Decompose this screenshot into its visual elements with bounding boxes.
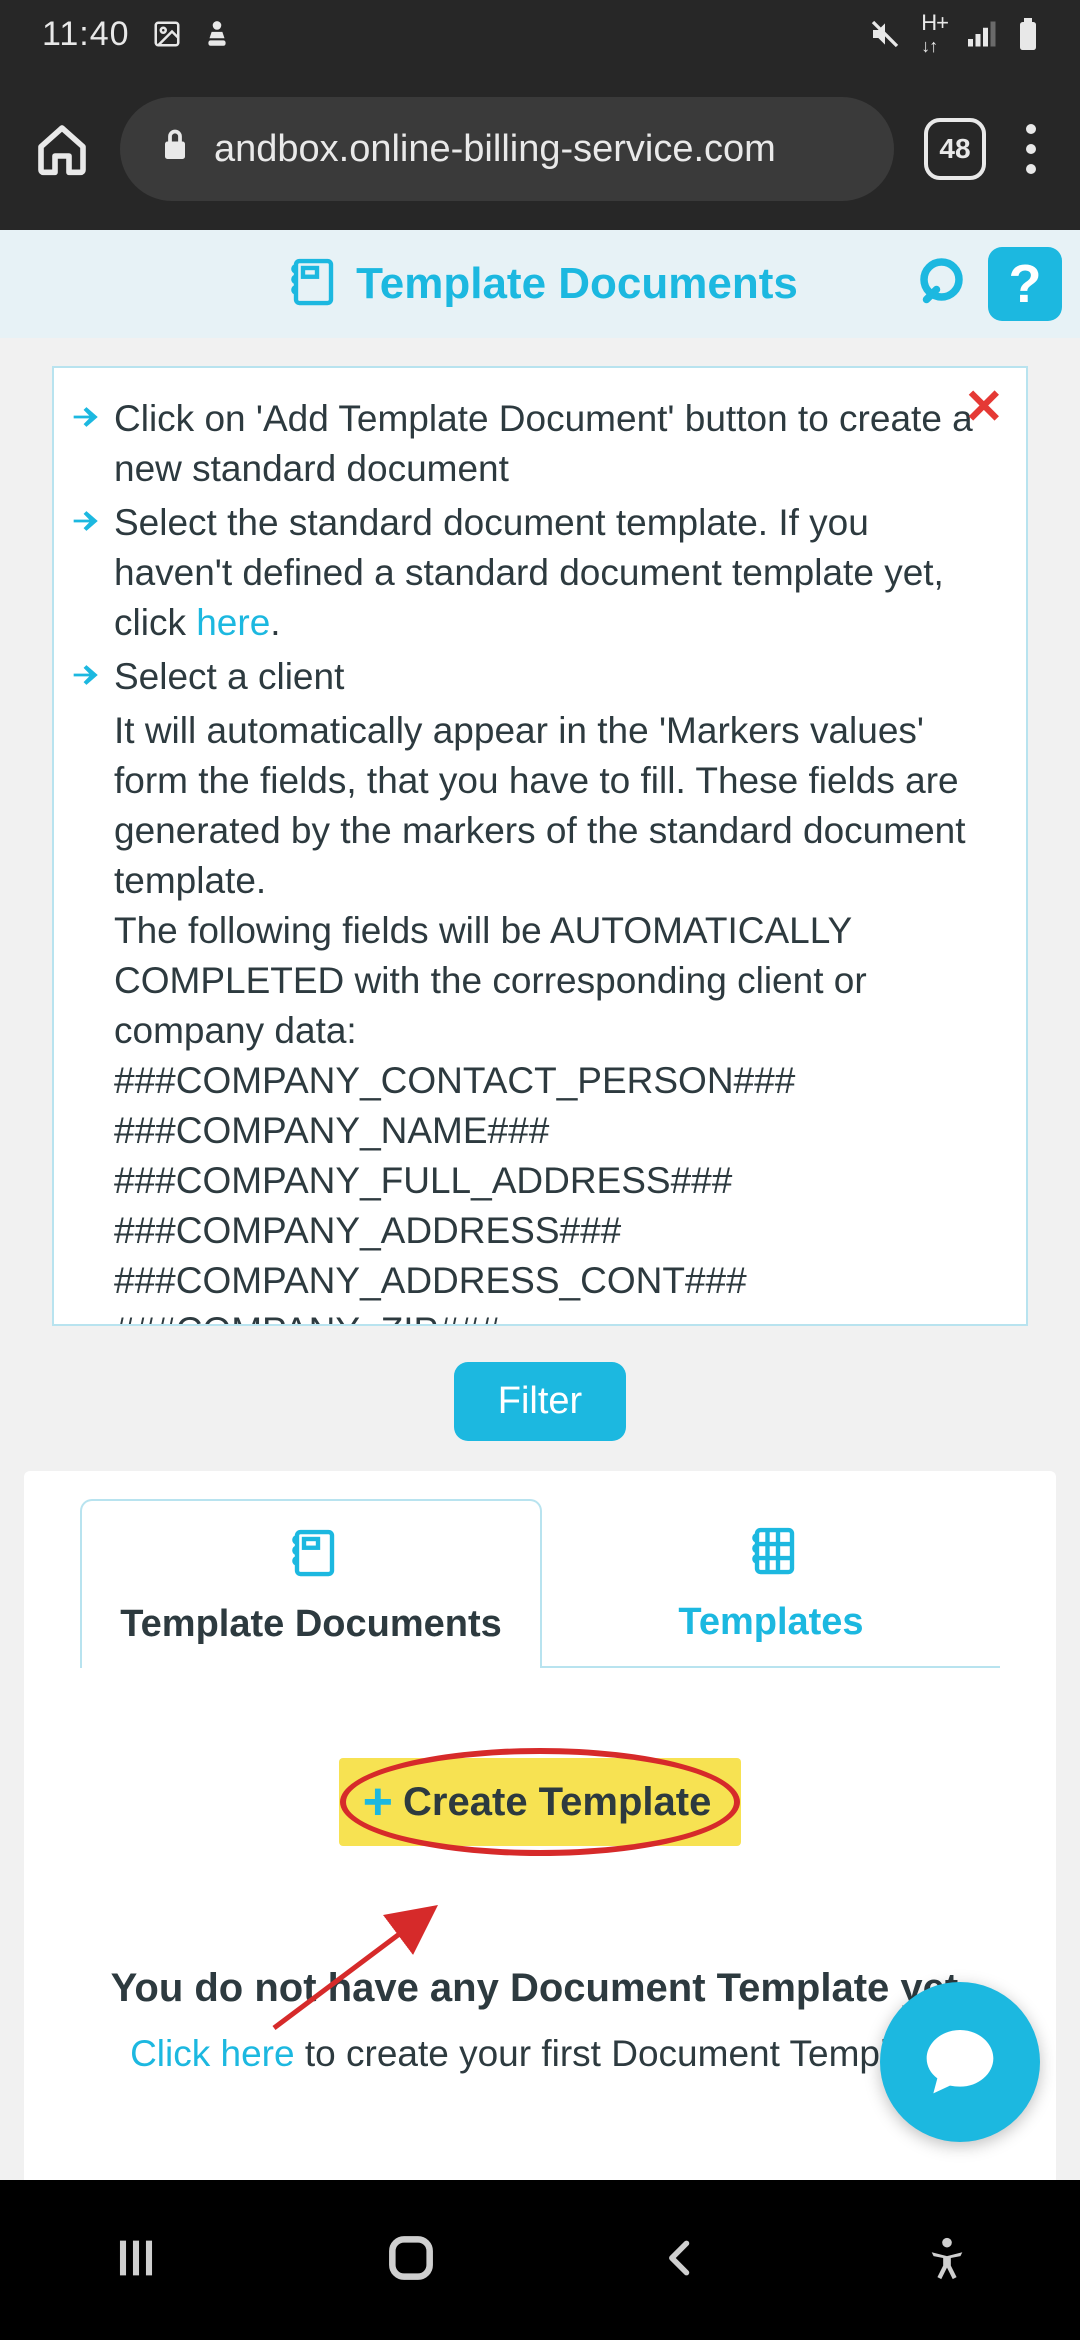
templates-card: Template Documents Templates + Create Te…: [24, 1471, 1056, 2251]
tab-label: Templates: [678, 1601, 863, 1644]
tabs-button[interactable]: 48: [924, 118, 986, 180]
image-icon: [152, 19, 182, 49]
help-label: ?: [1009, 253, 1042, 315]
mute-icon: [869, 18, 901, 50]
empty-hint-rest: to create your first Document Template.: [295, 2033, 950, 2074]
accessibility-button[interactable]: [924, 2235, 970, 2286]
lock-icon: [160, 126, 190, 172]
template-doc-icon: [282, 254, 338, 315]
instruction-text: Select a client: [114, 652, 344, 702]
click-here-link[interactable]: Click here: [130, 2033, 295, 2074]
instruction-text: Select the standard document template. I…: [114, 498, 996, 648]
status-clock: 11:40: [42, 15, 130, 54]
instruction-text: Click on 'Add Template Document' button …: [114, 394, 996, 494]
url-text: andbox.online-billing-service.com: [214, 128, 776, 171]
chat-icon: [920, 2020, 1000, 2105]
filter-button[interactable]: Filter: [454, 1362, 626, 1441]
close-icon[interactable]: ✕: [964, 384, 1004, 432]
page-title: Template Documents: [356, 259, 798, 309]
android-nav-bar: [0, 2180, 1080, 2340]
recents-button[interactable]: [110, 2232, 162, 2289]
battery-icon: [1018, 18, 1038, 50]
search-icon[interactable]: [914, 252, 974, 317]
create-template-button[interactable]: + Create Template: [339, 1758, 742, 1846]
tab-label: Template Documents: [120, 1603, 501, 1646]
arrow-right-icon: [68, 504, 104, 543]
browser-toolbar: andbox.online-billing-service.com 48: [0, 68, 1080, 230]
pawn-icon: [204, 19, 230, 49]
instruction-details: It will automatically appear in the 'Mar…: [68, 706, 996, 1056]
tab-templates[interactable]: Templates: [542, 1499, 1000, 1668]
back-button[interactable]: [659, 2236, 703, 2285]
instructions-panel: ✕ Click on 'Add Template Document' butto…: [52, 366, 1028, 1326]
help-button[interactable]: ?: [988, 247, 1062, 321]
data-hplus-icon: H+↓↑: [921, 12, 948, 56]
chat-fab[interactable]: [880, 1982, 1040, 2142]
tab-count: 48: [939, 133, 970, 165]
plus-icon: +: [363, 1776, 393, 1828]
marker-list: ###COMPANY_CONTACT_PERSON######COMPANY_N…: [68, 1056, 996, 1326]
here-link[interactable]: here: [196, 602, 270, 643]
signal-icon: [968, 21, 998, 47]
empty-hint: Click here to create your first Document…: [64, 2033, 1016, 2075]
app-header: Template Documents ?: [0, 230, 1080, 338]
create-template-label: Create Template: [403, 1780, 711, 1825]
templates-icon: [743, 1523, 799, 1589]
create-template-area: + Create Template: [24, 1758, 1056, 1846]
template-doc-icon: [283, 1525, 339, 1591]
home-icon[interactable]: [34, 121, 90, 177]
overflow-menu-icon[interactable]: [1016, 124, 1046, 174]
tab-template-documents[interactable]: Template Documents: [80, 1499, 542, 1668]
android-status-bar: 11:40 H+↓↑: [0, 0, 1080, 68]
arrow-right-icon: [68, 400, 104, 439]
url-bar[interactable]: andbox.online-billing-service.com: [120, 97, 894, 201]
tab-bar: Template Documents Templates: [24, 1471, 1056, 1668]
home-button[interactable]: [383, 2230, 439, 2291]
arrow-right-icon: [68, 658, 104, 697]
empty-headline: You do not have any Document Template ye…: [64, 1966, 1016, 2011]
